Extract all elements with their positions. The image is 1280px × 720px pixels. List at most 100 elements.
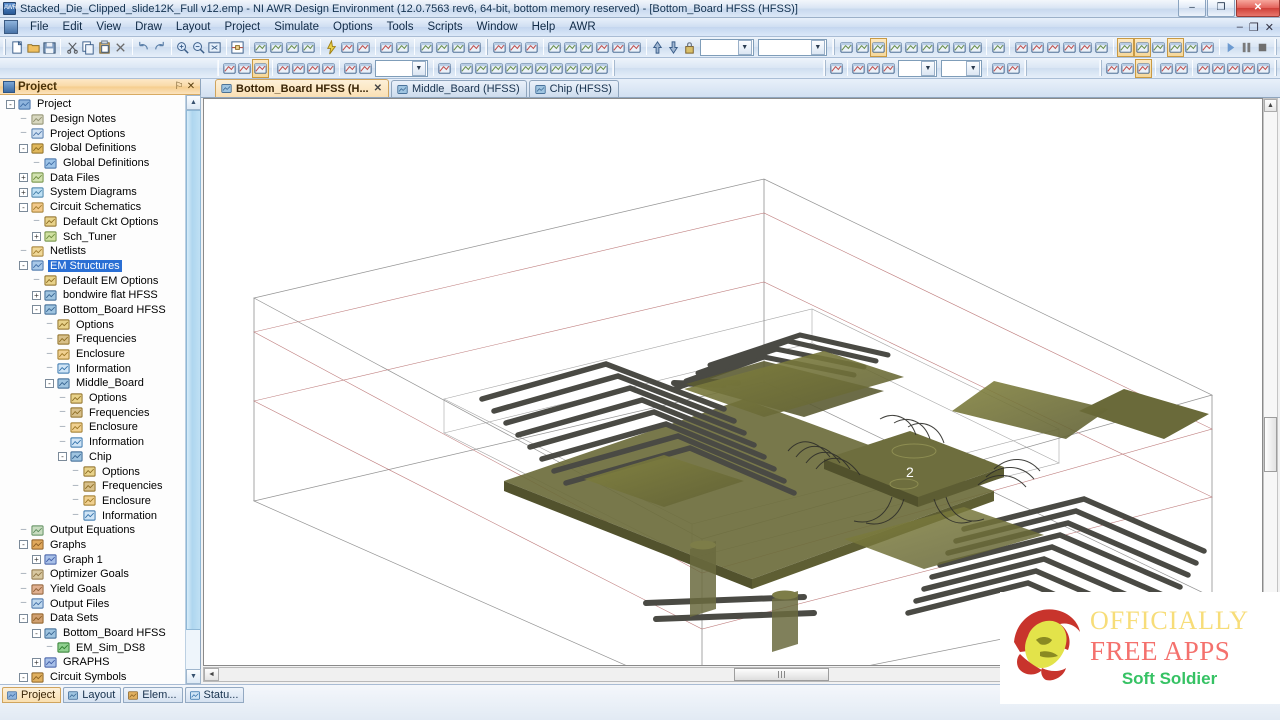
project-panel-scrollbar[interactable]: ▲ ▼ xyxy=(185,95,200,684)
em-3d-viewport[interactable]: 2 xyxy=(203,98,1263,666)
layers-panel-button[interactable] xyxy=(1013,38,1029,57)
solid-shade-button[interactable] xyxy=(990,38,1006,57)
document-tab-3[interactable]: Chip (HFSS) xyxy=(529,80,619,97)
menu-file[interactable]: File xyxy=(23,19,56,35)
stack-middle-button[interactable] xyxy=(951,38,967,57)
cut-button[interactable] xyxy=(64,38,80,57)
tree-item-enclosure[interactable]: –Enclosure xyxy=(0,347,186,362)
scroll-thumb[interactable] xyxy=(186,110,201,630)
db-mirror-h-button[interactable] xyxy=(549,59,564,78)
collapse-icon[interactable]: - xyxy=(45,379,54,388)
chevron-down-icon[interactable]: ▼ xyxy=(966,61,980,76)
view-3d-layout-button[interactable] xyxy=(491,38,507,57)
collapse-icon[interactable]: - xyxy=(32,305,41,314)
status-tab-project[interactable]: Project xyxy=(2,687,61,703)
tree-item-enclosure[interactable]: –Enclosure xyxy=(0,420,186,435)
db-group-button[interactable] xyxy=(519,59,534,78)
save-project-button[interactable] xyxy=(41,38,57,57)
tree-item-project-options[interactable]: –Project Options xyxy=(0,126,186,141)
db-mirror-v-button[interactable] xyxy=(564,59,579,78)
em3d-layers-button[interactable] xyxy=(1256,59,1271,78)
toolbar-gripper[interactable] xyxy=(3,39,6,55)
copy-button[interactable] xyxy=(80,38,96,57)
toolbar-gripper[interactable] xyxy=(823,60,826,76)
snap-edge-button[interactable] xyxy=(306,59,321,78)
db-rotate-ccw-button[interactable] xyxy=(594,59,609,78)
tree-item-bottom-board-hfss[interactable]: -Bottom_Board HFSS xyxy=(0,626,186,641)
db-distribute-button[interactable] xyxy=(504,59,519,78)
status-tab-layout[interactable]: Layout xyxy=(63,687,121,703)
em3d-up-button[interactable] xyxy=(1159,59,1174,78)
system-menu-icon[interactable] xyxy=(4,20,18,34)
stack-bottom-button[interactable] xyxy=(967,38,983,57)
menu-simulate[interactable]: Simulate xyxy=(267,19,326,35)
tab-close-icon[interactable]: ✕ xyxy=(374,83,382,94)
expand-icon[interactable]: + xyxy=(32,555,41,564)
tree-item-bondwire-flat-hfss[interactable]: +bondwire flat HFSS xyxy=(0,288,186,303)
flip-x-button[interactable] xyxy=(595,38,611,57)
grid-size-combo[interactable]: ▼ xyxy=(375,60,427,77)
menu-options[interactable]: Options xyxy=(326,19,380,35)
close-button[interactable]: ✕ xyxy=(1236,0,1280,17)
view-all-button[interactable] xyxy=(207,38,223,57)
tree-item-circuit-symbols[interactable]: -Circuit Symbols xyxy=(0,670,186,684)
tree-item-options[interactable]: –Options xyxy=(0,391,186,406)
viewport-scroll-right-icon[interactable]: ► xyxy=(1247,668,1262,681)
expand-icon[interactable]: + xyxy=(32,232,41,241)
yield-analysis-button[interactable] xyxy=(434,38,450,57)
pin-icon[interactable]: ⚐ xyxy=(173,81,185,92)
animate-stop-button[interactable] xyxy=(1255,38,1271,57)
tree-item-sch-tuner[interactable]: +Sch_Tuner xyxy=(0,229,186,244)
align-right-button[interactable] xyxy=(579,38,595,57)
optimize-button[interactable] xyxy=(418,38,434,57)
toolbar-gripper[interactable] xyxy=(612,60,615,76)
em3d-shade-button[interactable] xyxy=(1241,59,1256,78)
menu-help[interactable]: Help xyxy=(525,19,563,35)
output-window-button[interactable] xyxy=(395,38,411,57)
model-select-combo[interactable]: ▼ xyxy=(758,39,827,56)
menu-edit[interactable]: Edit xyxy=(56,19,90,35)
em-layout-view-button[interactable] xyxy=(838,38,854,57)
toolbar-gripper[interactable] xyxy=(217,60,220,76)
variable-browser-button[interactable] xyxy=(379,38,395,57)
shaded-mode-button[interactable] xyxy=(1134,38,1151,57)
via-down-button[interactable] xyxy=(1046,38,1062,57)
tree-item-frequencies[interactable]: –Frequencies xyxy=(0,332,186,347)
scroll-up-icon[interactable]: ▲ xyxy=(186,95,201,110)
raise-object-button[interactable] xyxy=(343,59,358,78)
view-2d-layout-button[interactable] xyxy=(507,38,523,57)
zoom-in-button[interactable] xyxy=(175,38,191,57)
anno-style-combo[interactable]: ▼ xyxy=(941,60,982,77)
material-props-button[interactable] xyxy=(1094,38,1110,57)
delete-button[interactable] xyxy=(112,38,128,57)
via-both-button[interactable] xyxy=(1062,38,1078,57)
db-align-center-button[interactable] xyxy=(489,59,504,78)
expand-icon[interactable]: + xyxy=(19,173,28,182)
em-ports-button[interactable] xyxy=(903,38,919,57)
viewport-hscroll-thumb[interactable] xyxy=(734,668,829,681)
em-3d-view-button[interactable] xyxy=(854,38,870,57)
collapse-icon[interactable]: - xyxy=(19,540,28,549)
tree-item-em-structures[interactable]: -EM Structures xyxy=(0,259,186,274)
snap-none-button[interactable] xyxy=(321,59,336,78)
db-rotate-cw-button[interactable] xyxy=(579,59,594,78)
analyze-button[interactable] xyxy=(324,38,340,57)
flip-y-button[interactable] xyxy=(611,38,627,57)
document-tab-1[interactable]: Bottom_Board HFSS (H...✕ xyxy=(215,79,389,97)
layout-view-em-button[interactable] xyxy=(252,59,269,78)
animate-pause-button[interactable] xyxy=(1239,38,1255,57)
statistics-button[interactable] xyxy=(450,38,466,57)
tree-item-netlists[interactable]: –Netlists xyxy=(0,244,186,259)
em-struct-view-button[interactable] xyxy=(870,38,887,57)
job-scheduler-button[interactable] xyxy=(466,38,482,57)
menu-awr[interactable]: AWR xyxy=(562,19,602,35)
tree-item-frequencies[interactable]: –Frequencies xyxy=(0,405,186,420)
enclosure-view-button[interactable] xyxy=(1167,38,1184,57)
stack-top-button[interactable] xyxy=(935,38,951,57)
new-project-button[interactable] xyxy=(9,38,25,57)
menu-view[interactable]: View xyxy=(89,19,128,35)
toolbar-gripper[interactable] xyxy=(1024,60,1027,76)
tree-item-information[interactable]: –Information xyxy=(0,508,186,523)
tree-item-output-equations[interactable]: –Output Equations xyxy=(0,523,186,538)
menu-scripts[interactable]: Scripts xyxy=(421,19,470,35)
